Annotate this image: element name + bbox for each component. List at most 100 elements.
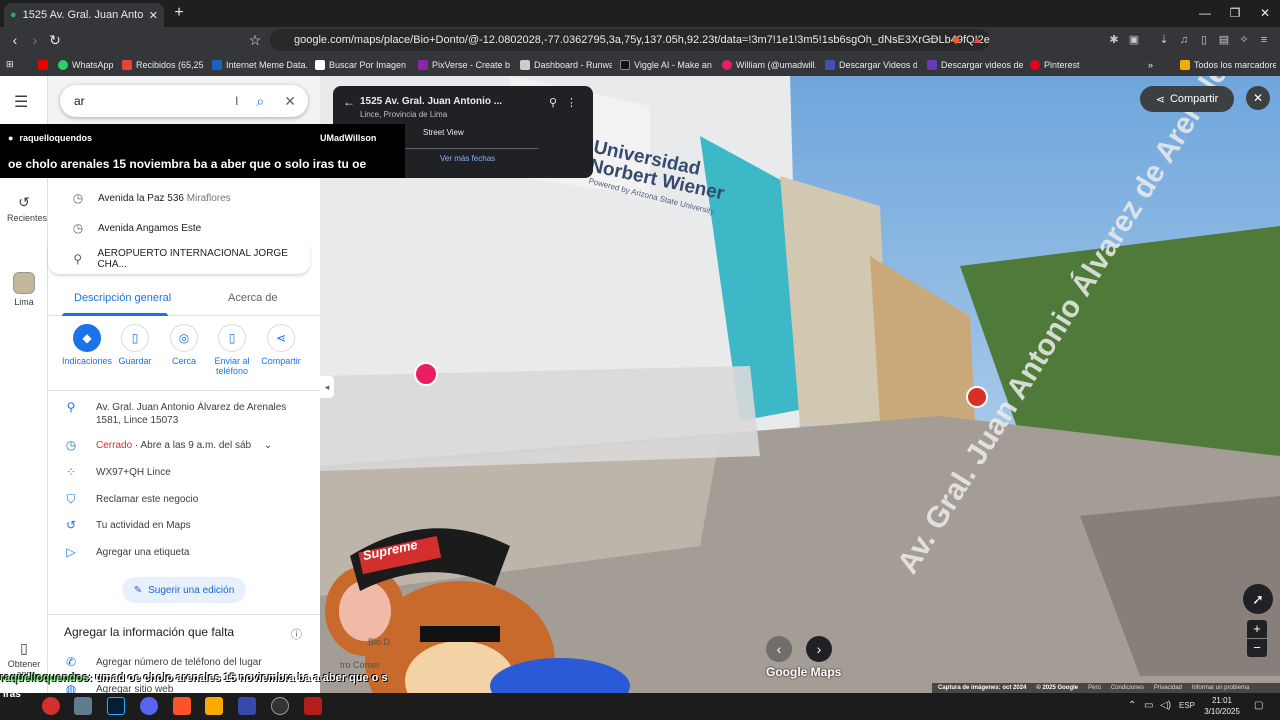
divider (401, 148, 538, 149)
bookmark-video-download-2[interactable]: Descargar videos de... (927, 57, 1023, 72)
bookmark-viggle[interactable]: Viggle AI - Make an... (620, 57, 712, 72)
file-explorer-icon[interactable] (205, 697, 223, 715)
help-icon[interactable]: ⓘ (291, 626, 302, 642)
next-arrow-button[interactable]: › (806, 636, 832, 662)
app-icon[interactable] (74, 697, 92, 715)
claim-business-row[interactable]: ⛉ Reclamar este negocio (64, 493, 314, 506)
gmail-icon (122, 59, 132, 70)
reload-button[interactable]: ↻ (46, 31, 64, 49)
hours-row[interactable]: ◷ Cerrado · Abre a las 9 a.m. del sáb ⌄ (64, 439, 314, 452)
all-bookmarks-folder[interactable]: Todos los marcadores (1180, 57, 1276, 72)
google-maps-logo: Google Maps (766, 665, 842, 679)
address-row[interactable]: ⚲ Av. Gral. Juan Antonio Álvarez de Arena… (64, 401, 314, 427)
extensions-icon[interactable]: ✱ (1106, 32, 1122, 48)
vegas-icon[interactable] (238, 697, 256, 715)
pluscode-row[interactable]: ⁘ WX97+QH Lince (64, 466, 314, 479)
share-button[interactable]: ⋖ Compartir (253, 324, 309, 366)
collapse-panel-button[interactable]: ◂ (320, 376, 334, 398)
send-to-phone-button[interactable]: ▯ Enviar al teléfono (204, 324, 260, 376)
tab-about[interactable]: Acerca de (228, 292, 278, 304)
minimap-corner-label: tro Comer (340, 660, 381, 670)
zoom-in-button[interactable]: + (1247, 620, 1267, 638)
more-options-icon[interactable]: ⋮ (566, 96, 577, 109)
save-button[interactable]: ▯ Guardar (107, 324, 163, 366)
search-input[interactable]: ar (74, 94, 235, 108)
map-pin-icon[interactable]: ⚲ (549, 96, 557, 109)
clock[interactable]: 21:01 3/10/2025 (1202, 695, 1242, 717)
discord-icon[interactable] (140, 697, 158, 715)
search-icon[interactable]: ⌕ (256, 93, 264, 110)
bookmark-imdb[interactable]: Internet Meme Data... (212, 57, 308, 72)
network-icon[interactable]: ▭ (1144, 700, 1153, 711)
back-button[interactable]: ‹ (6, 31, 24, 49)
cast-icon[interactable]: ▭ (925, 32, 941, 48)
wallet-icon[interactable]: ▤ (1216, 32, 1232, 48)
obs-icon[interactable] (271, 697, 289, 715)
restore-button[interactable]: ❐ (1222, 4, 1248, 22)
directions-icon: ◆ (73, 324, 101, 352)
back-arrow-icon[interactable]: ← (343, 95, 355, 109)
notification-icon[interactable]: ▢ (1254, 700, 1263, 711)
compass-icon[interactable]: ➚ (1243, 584, 1273, 614)
photoshop-icon[interactable] (107, 697, 125, 715)
app-2-icon[interactable] (304, 697, 322, 715)
address-bar[interactable]: google.com/maps/place/Bio+Donto/@-12.080… (270, 29, 990, 51)
share-streetview-button[interactable]: ⋖ Compartir (1140, 86, 1234, 112)
close-tab-icon[interactable]: ✕ (149, 9, 158, 22)
hamburger-menu-icon[interactable]: ☰ (14, 92, 28, 112)
clock-icon: ◷ (72, 191, 84, 205)
bookmark-runway[interactable]: Dashboard - Runway (520, 57, 612, 72)
bookmark-instagram[interactable]: William (@umadwill... (722, 57, 816, 72)
recents-button[interactable]: ↺ Recientes (0, 194, 48, 223)
more-dates-link[interactable]: Ver más fechas (440, 154, 495, 163)
more-bookmarks-icon[interactable]: » (1148, 57, 1160, 72)
rewards-icon[interactable]: ▲ (969, 32, 985, 48)
bookmark-gmail[interactable]: Recibidos (65,255) (122, 57, 204, 72)
brave-shield-icon[interactable]: ◆ (948, 32, 964, 48)
new-tab-button[interactable]: + (170, 4, 188, 22)
suggest-edit-button[interactable]: ✎ Sugerir una edición (122, 577, 246, 603)
minimize-button[interactable]: — (1192, 4, 1218, 22)
bookmark-pinterest[interactable]: Pinterest (1030, 57, 1090, 72)
search-box[interactable]: ar I ⌕ ✕ (60, 85, 308, 117)
recent-place-lima[interactable]: Lima (0, 272, 48, 307)
bookmarks-bar: ⊞ WhatsApp Recibidos (65,255) Internet M… (0, 53, 1280, 76)
media-icon[interactable]: ♫ (1176, 32, 1192, 48)
tray-chevron-icon[interactable]: ⌃ (1128, 700, 1136, 711)
download-icon[interactable]: ⇣ (1156, 32, 1172, 48)
bookmark-star-icon[interactable]: ☆ (246, 31, 264, 49)
prev-arrow-button[interactable]: ‹ (766, 636, 792, 662)
add-label-row[interactable]: ▷ Agregar una etiqueta (64, 546, 314, 559)
add-phone-row[interactable]: ✆ Agregar número de teléfono del lugar (64, 656, 314, 669)
zoom-out-button[interactable]: − (1247, 639, 1267, 657)
hotel-marker-icon[interactable] (414, 362, 438, 386)
ai-icon[interactable]: ✧ (1236, 32, 1252, 48)
tab-overview[interactable]: Descripción general (74, 292, 171, 304)
brave-icon[interactable] (173, 697, 191, 715)
bookmark-pixverse[interactable]: PixVerse - Create br... (418, 57, 510, 72)
clear-search-icon[interactable]: ✕ (284, 93, 296, 110)
suggestion-item[interactable]: ⚲ AEROPUERTO INTERNACIONAL JORGE CHA... (48, 244, 310, 274)
record-app-icon[interactable] (42, 697, 60, 715)
viggle-icon (620, 59, 630, 70)
forward-button[interactable]: › (26, 31, 44, 49)
language-indicator[interactable]: ESP (1179, 701, 1195, 710)
bookmark-whatsapp[interactable]: WhatsApp (58, 57, 116, 72)
suggestion-item[interactable]: ◷ Avenida Angamos Este (48, 213, 310, 243)
suggestion-item[interactable]: ◷ Avenida la Paz 536 Miraflores (48, 183, 310, 213)
browser-tab[interactable]: ● 1525 Av. Gral. Juan Antonio Álva ✕ (4, 3, 164, 27)
sidebar-icon[interactable]: ▯ (1196, 32, 1212, 48)
youtube-icon[interactable] (38, 57, 50, 72)
screenshot-icon[interactable]: ▣ (1126, 32, 1142, 48)
close-streetview-button[interactable]: ✕ (1246, 86, 1270, 110)
close-window-button[interactable]: ✕ (1252, 4, 1278, 22)
clock-icon: ◷ (72, 221, 84, 235)
activity-row[interactable]: ↺ Tu actividad en Maps (64, 519, 314, 532)
bookmark-video-download-1[interactable]: Descargar Videos d... (825, 57, 917, 72)
bookmark-image-search[interactable]: Buscar Por Imagen -... (315, 57, 409, 72)
place-marker-icon[interactable] (966, 386, 988, 408)
label-icon: ▷ (66, 545, 76, 559)
menu-icon[interactable]: ≡ (1256, 32, 1272, 48)
apps-grid-icon[interactable]: ⊞ (6, 57, 20, 72)
volume-icon[interactable]: ◁) (1160, 700, 1171, 711)
